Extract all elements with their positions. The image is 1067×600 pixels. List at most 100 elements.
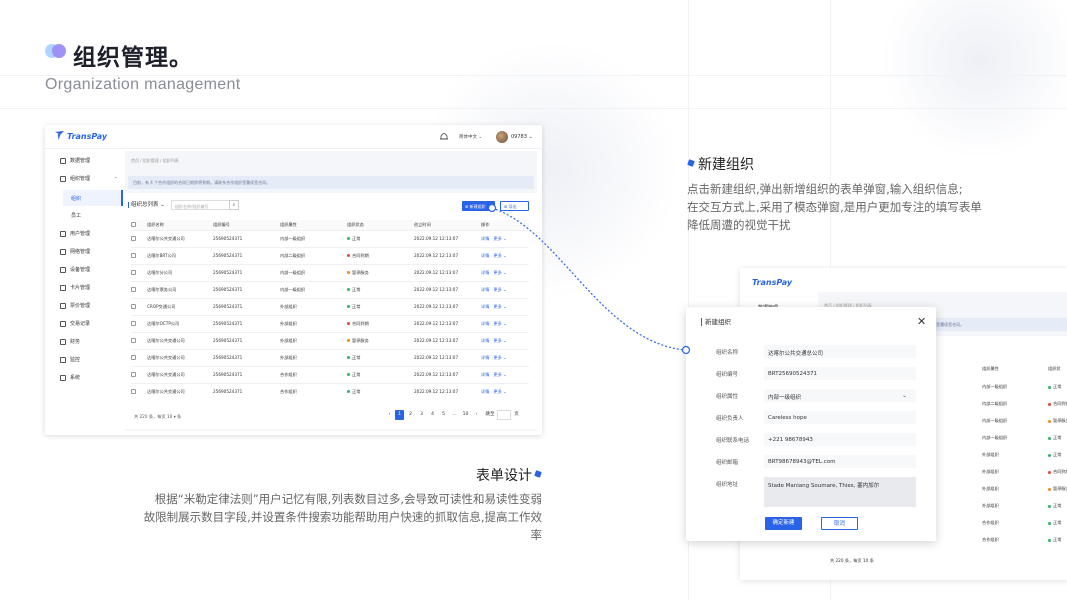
page-10[interactable]: 10: [461, 410, 470, 420]
org-list-window: TransPay 简体中文 ⌄ 09783 ⌄ 数据管理 组织管理 ⌃ 组织 员工…: [45, 125, 542, 435]
sidebar-item-cards[interactable]: 卡片管理: [60, 284, 90, 291]
detail-link[interactable]: 详情: [481, 236, 489, 241]
checkbox-icon[interactable]: [131, 388, 136, 394]
row-select[interactable]: [131, 263, 147, 281]
detail-link[interactable]: 详情: [481, 338, 489, 343]
checkbox-icon[interactable]: [131, 320, 136, 326]
sidebar-item-org-sub[interactable]: 组织: [71, 195, 81, 202]
more-link[interactable]: 更多 ⌄: [493, 372, 506, 377]
row-select[interactable]: [131, 280, 147, 298]
detail-link[interactable]: 详情: [481, 389, 489, 394]
user-menu[interactable]: 09783 ⌄: [511, 134, 533, 140]
checkbox-icon[interactable]: [131, 354, 136, 360]
more-link[interactable]: 更多 ⌄: [493, 236, 506, 241]
page-1[interactable]: 1: [395, 410, 404, 420]
page-4[interactable]: 4: [428, 410, 437, 420]
row-select[interactable]: [131, 314, 147, 332]
select-all[interactable]: [131, 220, 147, 230]
app-logo[interactable]: TransPay: [55, 131, 107, 141]
status-text: 正常: [352, 371, 361, 377]
detail-link[interactable]: 详情: [481, 287, 489, 292]
field-input[interactable]: 达喀尔公共交通总公司: [764, 345, 916, 358]
row-select[interactable]: [131, 382, 147, 400]
sidebar-item-network[interactable]: 网络管理: [60, 248, 90, 255]
page-5[interactable]: 5: [439, 410, 448, 420]
checkbox-icon[interactable]: [131, 269, 136, 275]
confirm-create-button[interactable]: 确定新建: [765, 517, 802, 530]
sidebar-item-users[interactable]: 用户管理: [60, 230, 90, 237]
checkbox-icon[interactable]: [131, 286, 136, 292]
sidebar-item-devices[interactable]: 设备管理: [60, 266, 90, 273]
row-select[interactable]: [131, 331, 147, 349]
page-2[interactable]: 2: [406, 410, 415, 420]
row-select[interactable]: [131, 365, 147, 383]
sidebar-item-system[interactable]: 系统: [60, 374, 80, 381]
more-link[interactable]: 更多 ⌄: [493, 270, 506, 275]
row-select[interactable]: [131, 297, 147, 315]
jump-input[interactable]: [497, 410, 511, 420]
checkbox-icon[interactable]: [131, 235, 136, 241]
status-dot: [347, 322, 350, 325]
detail-link[interactable]: 详情: [481, 270, 489, 275]
sidebar-item-org[interactable]: 组织管理 ⌃: [60, 175, 117, 182]
table-row[interactable]: CROP交通公司 25690524371 外部组织 正常 2022.09.12 12:1…: [131, 297, 529, 315]
table-row[interactable]: 达喀尔公共交通公司 25690524371 外部组织 暂停服务 2022.09.12 1…: [131, 331, 529, 349]
sidebar-item-monitor[interactable]: 监控: [60, 356, 80, 363]
avatar[interactable]: [496, 131, 508, 143]
transaction-icon: [60, 320, 66, 327]
more-link[interactable]: 更多 ⌄: [493, 338, 506, 343]
row-select[interactable]: [131, 246, 147, 264]
checkbox-icon[interactable]: [131, 371, 136, 377]
more-link[interactable]: 更多 ⌄: [493, 287, 506, 292]
table-row[interactable]: 达喀尔分公司 25690524371 内部一级组织 暂停服务 2022.09.12 12…: [131, 263, 529, 281]
sidebar-item-finance[interactable]: 财务: [60, 338, 80, 345]
status-text: 正常: [352, 354, 361, 360]
row-select[interactable]: [131, 229, 147, 247]
new-org-button[interactable]: ⊞ 新建组织: [462, 201, 495, 211]
language-select[interactable]: 简体中文 ⌄: [459, 134, 482, 140]
table-row[interactable]: 达喀尔BRT公司 25690524371 内部二级组织 合同到期 2022.09.12 …: [131, 246, 529, 264]
list-title[interactable]: 组织总列表 ⌄: [128, 202, 165, 208]
address-textarea[interactable]: Stade Maniang Soumare, Thies, 塞内加尔: [764, 477, 916, 507]
checkbox-icon[interactable]: [131, 252, 136, 258]
more-link[interactable]: 更多 ⌄: [493, 355, 506, 360]
detail-link[interactable]: 详情: [481, 253, 489, 258]
more-link[interactable]: 更多 ⌄: [493, 304, 506, 309]
checkbox-icon[interactable]: [131, 337, 136, 343]
detail-link[interactable]: 详情: [481, 304, 489, 309]
next-page[interactable]: ›: [472, 410, 481, 420]
checkbox-icon[interactable]: [131, 303, 136, 309]
detail-link[interactable]: 详情: [481, 372, 489, 377]
table-row[interactable]: 达喀尔OCTP公司 25690524371 外部组织 合同到期 2022.09.12 1…: [131, 314, 529, 332]
table-row[interactable]: 达喀尔票务公司 25690524371 内部一级组织 正常 2022.09.12 12:…: [131, 280, 529, 298]
detail-link[interactable]: 详情: [481, 355, 489, 360]
more-link[interactable]: 更多 ⌄: [493, 253, 506, 258]
close-icon[interactable]: ✕: [917, 316, 926, 327]
export-button[interactable]: ⊞ 导出: [500, 201, 529, 211]
field-input[interactable]: Careless hope: [764, 411, 916, 424]
more-link[interactable]: 更多 ⌄: [493, 389, 506, 394]
search-icon[interactable]: ⌕: [229, 200, 239, 210]
table-row[interactable]: 达喀尔公共交通公司 25690524371 内部一级组织 正常 2022.09.12 1…: [131, 229, 529, 247]
checkbox-icon[interactable]: [131, 221, 136, 227]
col-time: 创立时间: [414, 220, 481, 230]
org-type-select[interactable]: 内部一级组织: [764, 389, 916, 402]
table-row[interactable]: 达喀尔公共交通公司 25690524371 合作组织 正常 2022.09.12 12:…: [131, 365, 529, 383]
cancel-button[interactable]: 取消: [821, 517, 858, 530]
chevron-down-icon[interactable]: ⌄: [902, 392, 907, 399]
detail-link[interactable]: 详情: [481, 321, 489, 326]
field-input[interactable]: +221 98678943: [764, 433, 916, 446]
sidebar-item-fares[interactable]: 票价管理: [60, 302, 90, 309]
sidebar-item-staff[interactable]: 员工: [71, 212, 81, 219]
field-input[interactable]: BRT25690524371: [764, 367, 916, 380]
table-row[interactable]: 达喀尔公共交通公司 25690524371 外部组织 正常 2022.09.12 12:…: [131, 348, 529, 366]
table-row[interactable]: 达喀尔公共交通公司 25690524371 合作组织 正常 2022.09.12 12:…: [131, 382, 529, 400]
more-link[interactable]: 更多 ⌄: [493, 321, 506, 326]
sidebar-item-data[interactable]: 数据管理: [60, 157, 90, 164]
prev-page[interactable]: ‹: [385, 410, 394, 420]
page-3[interactable]: 3: [417, 410, 426, 420]
bell-icon[interactable]: [440, 132, 448, 141]
sidebar-item-transactions[interactable]: 交易记录: [60, 320, 90, 327]
row-select[interactable]: [131, 348, 147, 366]
field-input[interactable]: BRT98678943@TEL.com: [764, 455, 916, 468]
